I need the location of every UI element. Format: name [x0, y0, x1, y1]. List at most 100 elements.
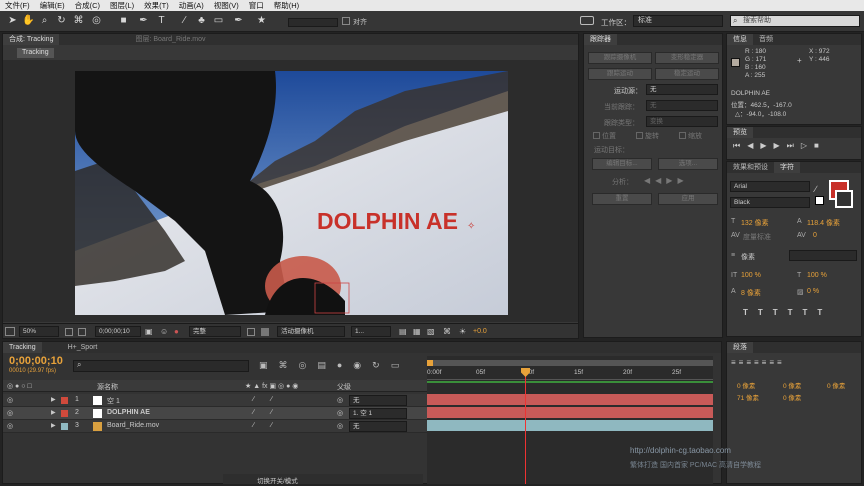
baseline-value[interactable]: 8 像素	[741, 288, 761, 298]
preview-controls[interactable]: ⏮◀▶▶⏭▷■	[733, 141, 826, 151]
always-preview-icon[interactable]	[5, 327, 15, 336]
snapshot-icon[interactable]: ▣	[145, 327, 153, 336]
parent-pickwhip-icon[interactable]: ◎	[337, 422, 343, 430]
kerning-value[interactable]: 度量标准	[743, 232, 771, 242]
exposure-value[interactable]: +0.0	[473, 328, 487, 335]
roto-brush-tool-icon[interactable]: ✒	[232, 14, 245, 27]
layer-quality-icon[interactable]: ∕	[271, 409, 272, 416]
menu-item-8[interactable]: 帮助(H)	[269, 0, 304, 11]
font-size-value[interactable]: 132 像素	[741, 218, 769, 228]
col-source-name[interactable]: 源名称	[97, 382, 118, 392]
layer-bar-footage[interactable]	[427, 420, 713, 431]
layer-row[interactable]: ◎ ▶ 1 空 1 ∕ ∕ ◎ 无	[3, 394, 427, 407]
current-time-field[interactable]: 0;00;00;10	[95, 326, 141, 337]
twirl-icon[interactable]: ▶	[51, 396, 56, 403]
layer-switches[interactable]: ∕	[253, 396, 254, 403]
align-checkbox[interactable]	[342, 17, 350, 25]
brush-tool-icon[interactable]: ∕	[178, 14, 191, 27]
tsume-value[interactable]: 0 %	[807, 288, 819, 295]
track-type-select[interactable]: 变换	[646, 116, 718, 127]
tab-character[interactable]: 字符	[774, 162, 800, 173]
eye-icon[interactable]: ◎	[7, 409, 13, 417]
parent-select[interactable]: 无	[349, 421, 407, 432]
stroke-type-select[interactable]	[789, 250, 857, 261]
channel-icon[interactable]: ●	[174, 327, 179, 336]
layer-name[interactable]: DOLPHIN AE	[107, 409, 150, 416]
timeline-switch-icons[interactable]: ▣⌘◎▤●◉↻▭	[259, 360, 410, 371]
stroke-color-swatch[interactable]	[815, 196, 824, 205]
paragraph-align-buttons[interactable]: ≡≡≡≡≡≡≡	[731, 358, 785, 367]
twirl-icon[interactable]: ▶	[51, 409, 56, 416]
preview-title[interactable]: 预览	[727, 127, 753, 138]
views-select[interactable]: 1...	[351, 326, 391, 337]
font-style-select[interactable]: Black	[730, 197, 810, 208]
tab-timeline-tracking[interactable]: Tracking	[3, 342, 42, 353]
puppet-tool-icon[interactable]: ★	[255, 14, 268, 27]
stabilize-motion-button[interactable]: 稳定运动	[655, 68, 719, 80]
label-color-swatch[interactable]	[61, 423, 68, 430]
indent-first-value[interactable]: 0 像素	[827, 380, 845, 390]
layer-switches[interactable]: ∕	[253, 409, 254, 416]
edit-target-button[interactable]: 编辑目标...	[592, 158, 652, 170]
layer-switches[interactable]: ∕	[253, 422, 254, 429]
resolution-select[interactable]: 完整	[189, 326, 241, 337]
eraser-tool-icon[interactable]: ▭	[212, 14, 225, 27]
label-color-swatch[interactable]	[61, 410, 68, 417]
zoom-select[interactable]: 50%	[19, 326, 59, 337]
tracking-value[interactable]: 0	[813, 232, 817, 239]
pen-tool-icon[interactable]: ✒	[137, 14, 150, 27]
current-track-select[interactable]: 无	[646, 100, 718, 111]
menu-item-1[interactable]: 编辑(E)	[35, 0, 70, 11]
tracker-title[interactable]: 跟踪器	[584, 34, 617, 45]
grid-icon[interactable]	[65, 328, 73, 336]
parent-select[interactable]: 1. 空 1	[349, 408, 407, 419]
menu-item-4[interactable]: 效果(T)	[139, 0, 174, 11]
menu-item-2[interactable]: 合成(C)	[70, 0, 105, 11]
twirl-icon[interactable]: ▶	[51, 422, 56, 429]
position-checkbox[interactable]	[593, 132, 600, 139]
text-style-buttons[interactable]: TTTTTT	[743, 308, 832, 317]
layer-bar-null[interactable]	[427, 394, 713, 405]
space-after-value[interactable]: 0 像素	[783, 392, 801, 402]
horiz-scale-value[interactable]: 100 %	[807, 272, 827, 279]
indent-left-value[interactable]: 0 像素	[737, 380, 755, 390]
menu-item-6[interactable]: 视图(V)	[209, 0, 244, 11]
layer-quality-icon[interactable]: ∕	[271, 422, 272, 429]
reset-button[interactable]: 重置	[592, 193, 652, 205]
menu-item-7[interactable]: 窗口	[244, 0, 269, 11]
col-parent[interactable]: 父级	[337, 382, 351, 392]
stroke-swatch[interactable]	[835, 190, 853, 208]
options-button[interactable]: 选项...	[658, 158, 718, 170]
search-help-input[interactable]: 搜索帮助	[730, 15, 860, 27]
rotation-checkbox[interactable]	[636, 132, 643, 139]
indent-right-value[interactable]: 0 像素	[783, 380, 801, 390]
tab-info[interactable]: 信息	[727, 34, 753, 45]
workspace-icon[interactable]	[580, 16, 594, 25]
layer-quality-icon[interactable]: ∕	[271, 396, 272, 403]
track-motion-button[interactable]: 跟踪运动	[588, 68, 652, 80]
eye-icon[interactable]: ◎	[7, 422, 13, 430]
region-icon[interactable]	[247, 328, 255, 336]
menu-item-5[interactable]: 动画(A)	[174, 0, 209, 11]
leading-value[interactable]: 118.4 像素	[807, 218, 840, 228]
tab-timeline-sport[interactable]: H+_Sport	[62, 342, 104, 353]
track-camera-button[interactable]: 跟踪摄像机	[588, 52, 652, 64]
work-area-start-handle[interactable]	[427, 360, 433, 366]
transparency-grid-icon[interactable]	[261, 328, 269, 336]
menu-item-0[interactable]: 文件(F)	[0, 0, 35, 11]
rotate-tool-icon[interactable]: ↻	[55, 14, 68, 27]
layer-name[interactable]: Board_Ride.mov	[107, 422, 159, 429]
mask-icon[interactable]	[78, 328, 86, 336]
selection-tool-icon[interactable]: ➤	[6, 14, 19, 27]
parent-pickwhip-icon[interactable]: ◎	[337, 409, 343, 417]
toggle-pixel-icon[interactable]: ▤	[399, 327, 407, 336]
parent-select[interactable]: 无	[349, 395, 407, 406]
apply-button[interactable]: 应用	[658, 193, 718, 205]
current-time-indicator[interactable]	[525, 368, 526, 484]
scale-checkbox[interactable]	[679, 132, 686, 139]
tab-composition[interactable]: 合成: Tracking	[3, 34, 60, 45]
menu-item-3[interactable]: 图层(L)	[105, 0, 139, 11]
exposure-icon[interactable]: ☀	[459, 327, 466, 336]
label-color-swatch[interactable]	[61, 397, 68, 404]
layer-row[interactable]: ◎ ▶ 2 DOLPHIN AE ∕ ∕ ◎ 1. 空 1	[3, 407, 427, 420]
